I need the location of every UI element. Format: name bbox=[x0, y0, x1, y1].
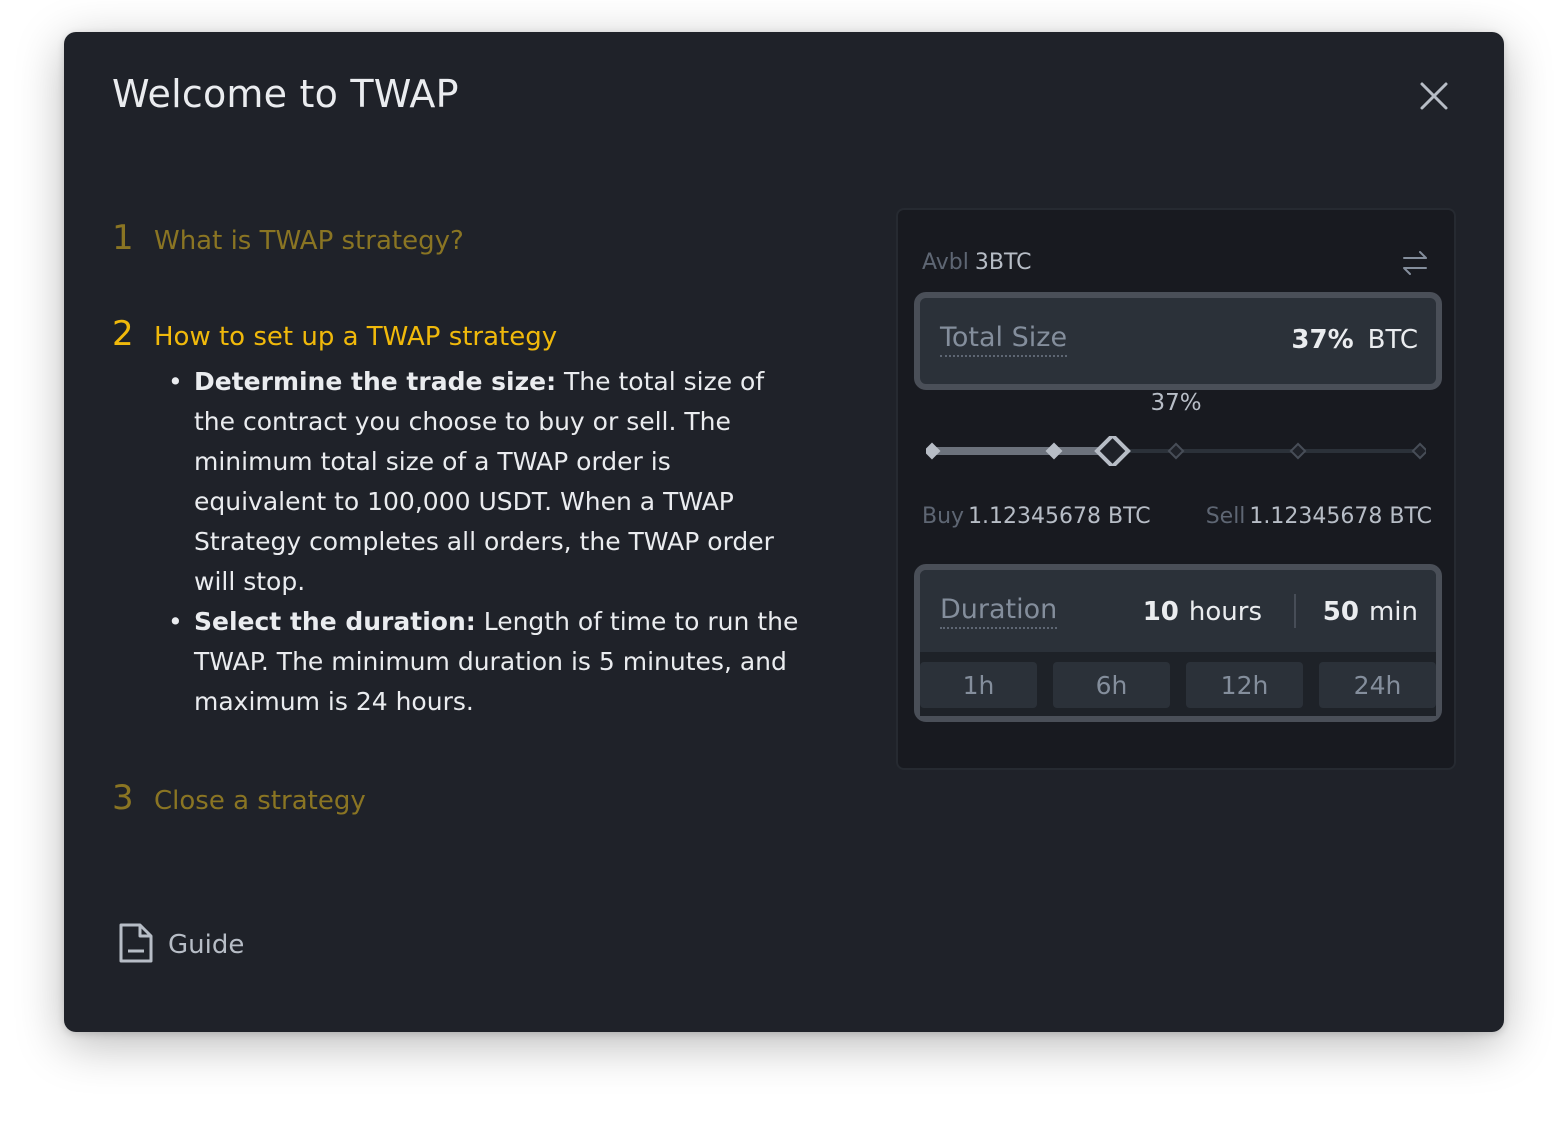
step-number: 2 bbox=[112, 314, 134, 354]
preset-24h[interactable]: 24h bbox=[1319, 662, 1436, 708]
bullet-duration: Select the duration: Length of time to r… bbox=[168, 602, 808, 722]
slider-tick[interactable] bbox=[1411, 442, 1429, 460]
duration-label: Duration bbox=[940, 594, 1058, 629]
bullet-text: The total size of the contract you choos… bbox=[194, 367, 774, 596]
duration-hours-value: 10 bbox=[1142, 597, 1179, 627]
step-how-to-set-up[interactable]: 2 How to set up a TWAP strategy bbox=[112, 314, 557, 354]
bullet-heading: Select the duration: bbox=[194, 607, 476, 636]
slider-percent-label: 37% bbox=[1150, 390, 1202, 416]
duration-hours-unit: hours bbox=[1188, 597, 1262, 627]
preset-12h[interactable]: 12h bbox=[1186, 662, 1303, 708]
twap-preview-panel: Avbl 3BTC Total Size 37% BTC 37% Buy 1.1234… bbox=[898, 210, 1454, 768]
slider-tick[interactable] bbox=[1167, 442, 1185, 460]
step-number: 3 bbox=[112, 778, 134, 818]
swap-arrows-icon[interactable] bbox=[1400, 248, 1430, 278]
buy-amount: Buy 1.12345678 BTC bbox=[922, 504, 1151, 529]
preset-6h[interactable]: 6h bbox=[1053, 662, 1170, 708]
available-balance: Avbl 3BTC bbox=[922, 250, 1031, 275]
close-icon[interactable] bbox=[1414, 76, 1454, 116]
avbl-label: Avbl bbox=[922, 250, 969, 275]
duration-input[interactable]: Duration 10 hours 50 min bbox=[920, 570, 1436, 652]
slider-tick[interactable] bbox=[1289, 442, 1307, 460]
duration-divider bbox=[1294, 594, 1296, 628]
bullet-trade-size: Determine the trade size: The total size… bbox=[168, 362, 808, 602]
duration-presets: 1h 6h 12h 24h bbox=[920, 662, 1436, 708]
twap-welcome-modal: Welcome to TWAP 1 What is TWAP strategy?… bbox=[64, 32, 1504, 1032]
step-title: How to set up a TWAP strategy bbox=[154, 322, 558, 352]
sell-label: Sell bbox=[1205, 504, 1246, 529]
slider-tick[interactable] bbox=[1045, 442, 1063, 460]
total-size-label: Total Size bbox=[940, 322, 1068, 357]
step-title: Close a strategy bbox=[154, 786, 366, 816]
size-slider[interactable] bbox=[923, 432, 1429, 470]
step-number: 1 bbox=[112, 218, 134, 258]
modal-title: Welcome to TWAP bbox=[112, 72, 459, 116]
total-size-percent: 37% bbox=[1291, 325, 1354, 355]
bullet-heading: Determine the trade size: bbox=[194, 367, 557, 396]
step-title: What is TWAP strategy? bbox=[154, 226, 464, 256]
duration-mins-unit: min bbox=[1368, 597, 1418, 627]
buy-value: 1.12345678 BTC bbox=[968, 504, 1151, 529]
slider-thumb[interactable] bbox=[1094, 432, 1131, 470]
step-what-is-twap[interactable]: 1 What is TWAP strategy? bbox=[112, 218, 464, 258]
total-size-field[interactable]: Total Size 37% BTC bbox=[914, 292, 1442, 390]
duration-mins-value: 50 bbox=[1322, 597, 1359, 627]
duration-field: Duration 10 hours 50 min 1h 6h 12h 24h bbox=[914, 564, 1442, 722]
guide-label: Guide bbox=[168, 930, 245, 960]
step-close-strategy[interactable]: 3 Close a strategy bbox=[112, 778, 366, 818]
avbl-value: 3BTC bbox=[974, 250, 1032, 275]
sell-amount: Sell 1.12345678 BTC bbox=[1206, 504, 1432, 529]
duration-hours[interactable]: 10 hours bbox=[1143, 597, 1262, 627]
preset-1h[interactable]: 1h bbox=[920, 662, 1037, 708]
setup-instructions: Determine the trade size: The total size… bbox=[168, 362, 808, 722]
buy-label: Buy bbox=[922, 504, 965, 529]
total-size-value: 37% BTC bbox=[1291, 325, 1418, 355]
sell-value: 1.12345678 BTC bbox=[1249, 504, 1432, 529]
duration-minutes[interactable]: 50 min bbox=[1323, 597, 1418, 627]
total-size-unit: BTC bbox=[1367, 325, 1418, 355]
slider-tick[interactable] bbox=[923, 442, 941, 460]
guide-link[interactable]: Guide bbox=[118, 922, 244, 968]
document-icon bbox=[118, 922, 154, 968]
